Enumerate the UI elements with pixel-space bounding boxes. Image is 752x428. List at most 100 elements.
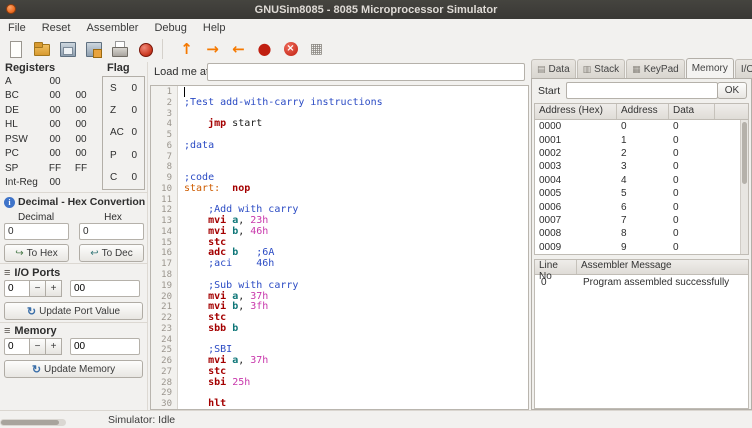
scrollbar-thumb[interactable] (742, 122, 747, 184)
memory-address-increment-button[interactable]: + (45, 338, 62, 355)
to-dec-button[interactable]: To Dec (79, 244, 144, 262)
code-token (184, 226, 208, 237)
code-line[interactable]: hlt (184, 399, 528, 409)
memory-row[interactable]: 000770 (535, 214, 748, 227)
run-button[interactable]: → (200, 37, 225, 61)
breakpoint-clear-button[interactable]: × (278, 37, 303, 61)
memory-row[interactable]: 000880 (535, 227, 748, 240)
memory-address-decrement-button[interactable]: − (29, 338, 46, 355)
code-line[interactable] (184, 388, 528, 399)
column-header-line-no[interactable]: Line No (535, 260, 577, 274)
menu-file[interactable]: File (0, 21, 34, 35)
statusbar: Simulator: Idle (0, 410, 752, 428)
memory-row[interactable]: 000330 (535, 160, 748, 173)
new-button[interactable] (2, 37, 27, 61)
code-line[interactable]: start: nop (184, 184, 528, 195)
memory-row[interactable]: 000990 (535, 241, 748, 254)
decimal-label: Decimal (18, 212, 54, 223)
code-line[interactable]: sbi 25h (184, 378, 528, 389)
memory-row[interactable]: 000110 (535, 133, 748, 146)
window-close-button[interactable] (6, 4, 16, 14)
memory-row[interactable]: 000000 (535, 120, 748, 133)
converter-title-text: Decimal - Hex Convertion (18, 196, 145, 208)
column-header-address[interactable]: Address (617, 104, 669, 119)
column-header-address-hex[interactable]: Address (Hex) (535, 104, 617, 119)
tab-stack[interactable]: ▥Stack (577, 59, 626, 78)
memory-value-input[interactable] (70, 338, 140, 355)
message-row[interactable]: 0Program assembled successfully (535, 275, 748, 289)
code-line[interactable] (184, 162, 528, 173)
memory-address-spinner[interactable] (4, 338, 30, 355)
step-icon: ← (230, 40, 248, 58)
hex-input[interactable] (79, 223, 144, 240)
save-icon (58, 40, 76, 58)
code-editor[interactable]: 1234567891011121314151617181920212223242… (150, 85, 529, 410)
code-line[interactable] (184, 130, 528, 141)
save-button[interactable] (54, 37, 79, 61)
memory-cell: 0 (669, 121, 715, 132)
start-address-input[interactable] (566, 82, 718, 99)
code-line[interactable]: mvi a, 37h (184, 356, 528, 367)
code-line[interactable]: mvi b, 3fh (184, 302, 528, 313)
flag-value: 0 (131, 150, 137, 161)
menu-reset[interactable]: Reset (34, 21, 79, 35)
column-header-data[interactable]: Data (669, 104, 715, 119)
load-button[interactable]: ↑ (174, 37, 199, 61)
menu-assembler[interactable]: Assembler (78, 21, 146, 35)
titlebar: GNUSim8085 - 8085 Microprocessor Simulat… (0, 0, 752, 19)
tab-data[interactable]: ▤Data (531, 59, 576, 78)
code-line[interactable]: sbb b (184, 324, 528, 335)
memory-row[interactable]: 000440 (535, 174, 748, 187)
memory-row[interactable]: 000550 (535, 187, 748, 200)
code-area[interactable]: ;Test add-with-carry instructions jmp st… (178, 86, 528, 409)
menu-help[interactable]: Help (195, 21, 234, 35)
tab-i-o-ports[interactable]: I/O Ports (735, 59, 752, 78)
code-line[interactable]: ;data (184, 141, 528, 152)
memory-row[interactable]: 000660 (535, 200, 748, 213)
io-port-spinner[interactable] (4, 280, 30, 297)
code-token: ;6A (256, 247, 274, 258)
code-line[interactable]: mvi b, 46h (184, 227, 528, 238)
breakpoint-set-button[interactable]: ● (252, 37, 277, 61)
register-value: 00 (42, 76, 68, 87)
hex-label: Hex (104, 212, 122, 223)
code-line[interactable] (184, 152, 528, 163)
left-panel-hscrollbar[interactable] (0, 419, 66, 426)
scrollbar-thumb[interactable] (1, 420, 59, 425)
register-value: 00 (42, 148, 68, 159)
io-port-increment-button[interactable]: + (45, 280, 62, 297)
decimal-input[interactable] (4, 223, 69, 240)
memory-cell: 0 (669, 215, 715, 226)
memory-cell: 0003 (535, 161, 617, 172)
io-port-decrement-button[interactable]: − (29, 280, 46, 297)
io-port-value-input[interactable] (70, 280, 140, 297)
save-as-button[interactable] (80, 37, 105, 61)
code-token: nop (232, 183, 250, 194)
print-button[interactable] (106, 37, 131, 61)
code-token (184, 215, 208, 226)
load-address-input[interactable] (207, 63, 525, 81)
assemble-button[interactable] (132, 37, 157, 61)
menu-debug[interactable]: Debug (146, 21, 194, 35)
memory-row[interactable]: 000220 (535, 147, 748, 160)
print-icon (110, 40, 128, 58)
open-button[interactable] (28, 37, 53, 61)
step-button[interactable]: ← (226, 37, 251, 61)
column-header-assembler-message[interactable]: Assembler Message (577, 260, 748, 274)
code-line[interactable] (184, 335, 528, 346)
to-hex-button[interactable]: To Hex (4, 244, 69, 262)
update-memory-button[interactable]: Update Memory (4, 360, 143, 378)
tab-keypad[interactable]: ▦KeyPad (626, 59, 685, 78)
update-port-value-button[interactable]: Update Port Value (4, 302, 143, 320)
keypad-button[interactable]: ▦ (304, 37, 329, 61)
line-number: 19 (151, 281, 177, 292)
code-line[interactable]: ;Test add-with-carry instructions (184, 98, 528, 109)
right-panel: ▤Data▥Stack▦KeyPadMemoryI/O Ports Start … (531, 58, 752, 410)
ok-button[interactable]: OK (717, 82, 747, 99)
tab-memory[interactable]: Memory (686, 58, 734, 78)
code-line[interactable]: jmp start (184, 119, 528, 130)
memory-table-scrollbar[interactable] (740, 120, 748, 254)
code-token (184, 355, 208, 366)
code-token: jmp (208, 118, 226, 129)
code-line[interactable]: ;aci 46h (184, 259, 528, 270)
